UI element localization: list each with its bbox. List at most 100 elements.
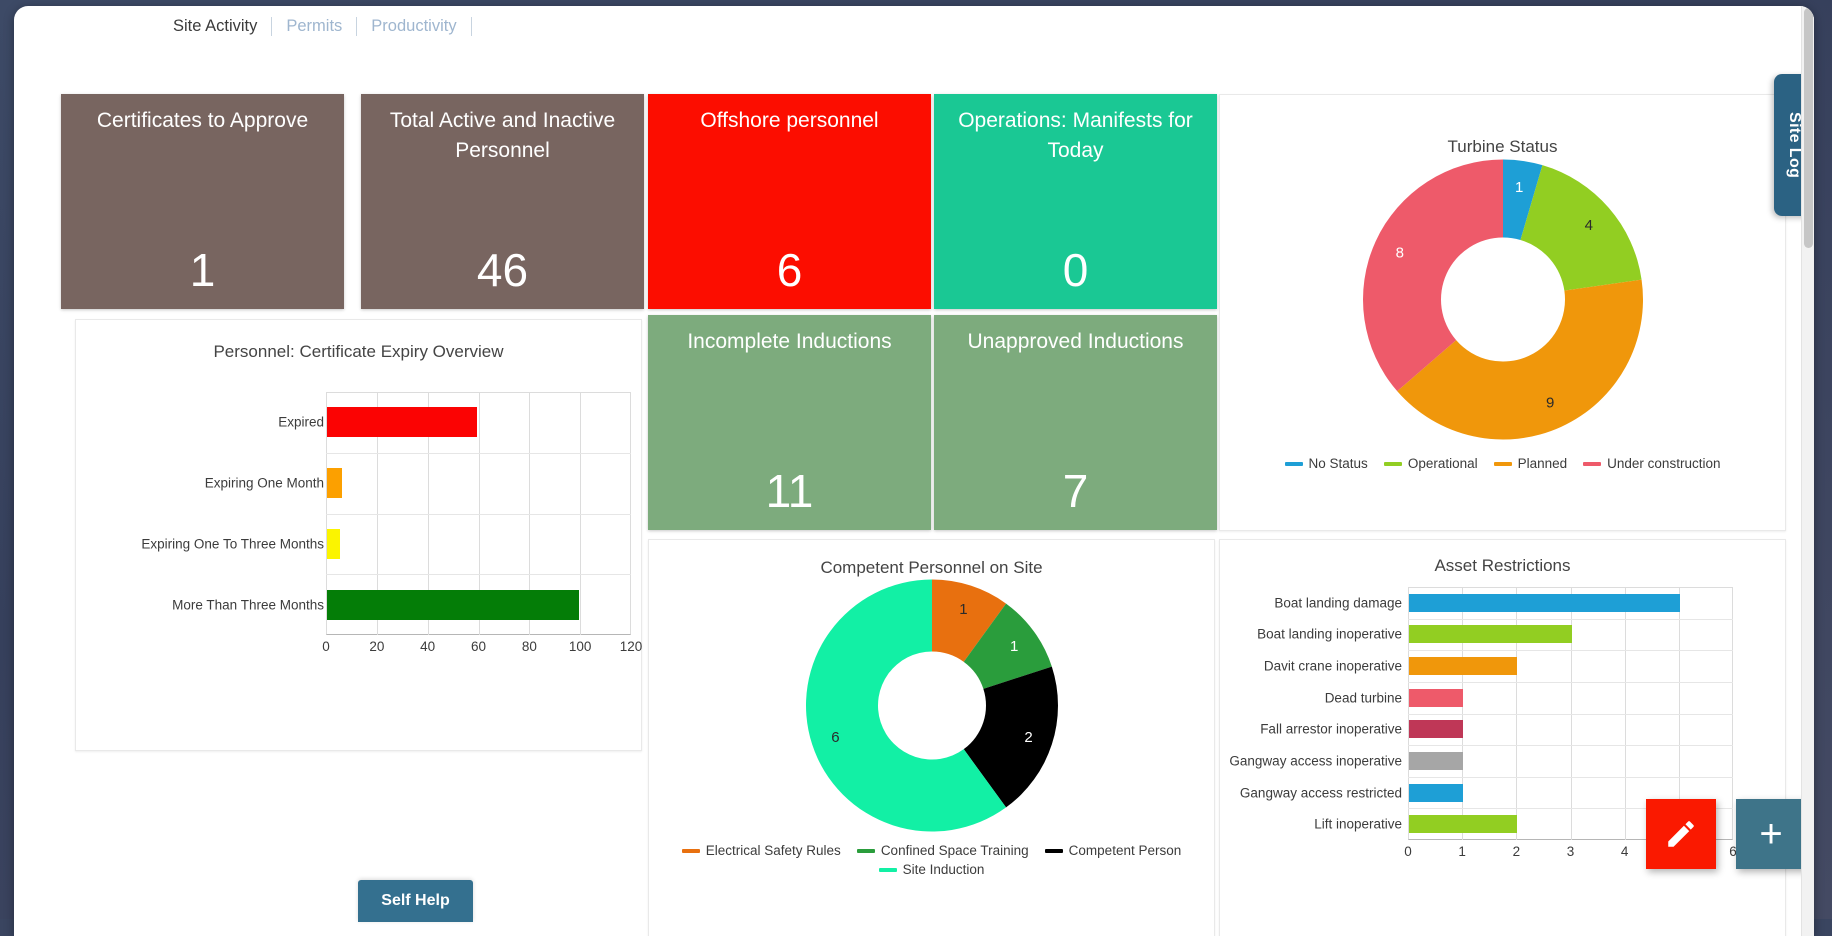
category-label: Dead turbine	[1325, 690, 1402, 705]
bar-dead-turbine[interactable]	[1409, 689, 1463, 707]
turbine-status-legend: No Status Operational Planned Under constru…	[1220, 456, 1785, 471]
kpi-value: 6	[777, 245, 803, 295]
page-scrollbar[interactable]	[1801, 6, 1814, 936]
kpi-value: 11	[766, 466, 814, 516]
kpi-tile-certificates-to-approve[interactable]: Certificates to Approve 1	[61, 94, 344, 309]
certificate-expiry-plot: 020406080100120	[326, 392, 631, 657]
chart-gridline-horizontal	[1408, 650, 1733, 651]
card-certificate-expiry: Personnel: Certificate Expiry Overview E…	[75, 319, 642, 751]
chart-gridline-horizontal	[326, 453, 631, 454]
kpi-title: Total Active and Inactive Personnel	[371, 106, 634, 166]
legend-label: No Status	[1309, 456, 1368, 471]
legend-label: Planned	[1518, 456, 1568, 471]
chart-title-asset-restrictions: Asset Restrictions	[1220, 540, 1785, 576]
chart-title-competent-personnel: Competent Personnel on Site	[649, 540, 1214, 578]
donut-value-label: 4	[1584, 217, 1592, 234]
category-label: Expiring One Month	[205, 476, 324, 491]
dashboard-panel: Site Activity Permits Productivity Certi…	[14, 6, 1814, 936]
x-axis-tick-label: 0	[322, 639, 330, 654]
x-axis-tick-label: 20	[369, 639, 384, 654]
bar-lift-inoperative[interactable]	[1409, 815, 1517, 833]
bar-davit-crane-inoperative[interactable]	[1409, 657, 1517, 675]
donut-value-label: 2	[1024, 729, 1032, 746]
turbine-donut-svg[interactable]: 1498	[1358, 157, 1648, 442]
legend-item[interactable]: No Status	[1285, 456, 1368, 471]
plus-icon: +	[1759, 814, 1782, 854]
chart-gridline-horizontal	[1408, 619, 1733, 620]
chart-gridline-horizontal	[1408, 745, 1733, 746]
kpi-value: 0	[1063, 245, 1089, 295]
page-scrollbar-thumb[interactable]	[1804, 8, 1813, 248]
turbine-status-donut: 1498	[1220, 157, 1785, 442]
kpi-tile-incomplete-inductions[interactable]: Incomplete Inductions 11	[648, 315, 931, 530]
x-axis-tick-label: 2	[1513, 844, 1521, 859]
legend-swatch-icon	[857, 849, 875, 853]
legend-item[interactable]: Under construction	[1583, 456, 1720, 471]
legend-swatch-icon	[1494, 462, 1512, 466]
bar-expired[interactable]	[327, 407, 477, 437]
chart-title-turbine-status: Turbine Status	[1220, 95, 1785, 157]
x-axis-tick-label: 40	[420, 639, 435, 654]
donut-value-label: 1	[959, 601, 967, 618]
legend-label: Under construction	[1607, 456, 1720, 471]
bar-expiring-one-to-three-months[interactable]	[327, 529, 340, 559]
tab-permits[interactable]: Permits	[272, 17, 357, 36]
donut-value-label: 6	[831, 729, 839, 746]
bar-fall-arrestor-inoperative[interactable]	[1409, 720, 1463, 738]
card-turbine-status: Turbine Status 1498 No Status Operational…	[1219, 94, 1786, 531]
bar-expiring-one-month[interactable]	[327, 468, 342, 498]
legend-label: Operational	[1408, 456, 1478, 471]
top-nav-tabs: Site Activity Permits Productivity	[14, 6, 1814, 46]
category-label: Fall arrestor inoperative	[1260, 722, 1402, 737]
category-label: Boat landing damage	[1274, 595, 1402, 610]
legend-swatch-icon	[1384, 462, 1402, 466]
legend-item[interactable]: Operational	[1384, 456, 1478, 471]
x-axis-tick-label: 100	[569, 639, 592, 654]
kpi-tile-total-active-inactive-personnel[interactable]: Total Active and Inactive Personnel 46	[361, 94, 644, 309]
card-asset-restrictions: Asset Restrictions Boat landing damageBo…	[1219, 539, 1786, 936]
legend-label: Electrical Safety Rules	[706, 843, 841, 858]
bar-boat-landing-inoperative[interactable]	[1409, 625, 1572, 643]
legend-swatch-icon	[1045, 849, 1063, 853]
legend-label: Competent Person	[1069, 843, 1182, 858]
bar-gangway-access-inoperative[interactable]	[1409, 752, 1463, 770]
kpi-value: 7	[1063, 466, 1089, 516]
legend-swatch-icon	[682, 849, 700, 853]
competent-personnel-donut-svg[interactable]: 1126	[802, 578, 1062, 833]
legend-item[interactable]: Electrical Safety Rules	[682, 843, 841, 858]
kpi-title: Offshore personnel	[700, 106, 878, 136]
self-help-button[interactable]: Self Help	[358, 880, 473, 922]
donut-slice-under-construction[interactable]	[1363, 160, 1503, 392]
category-label: Davit crane inoperative	[1264, 659, 1402, 674]
donut-value-label: 8	[1395, 244, 1403, 261]
chart-gridline-horizontal	[1408, 682, 1733, 683]
kpi-tile-unapproved-inductions[interactable]: Unapproved Inductions 7	[934, 315, 1217, 530]
legend-item[interactable]: Confined Space Training	[857, 843, 1029, 858]
add-fab-button[interactable]: +	[1736, 799, 1806, 869]
kpi-value: 46	[477, 245, 528, 295]
legend-swatch-icon	[1583, 462, 1601, 466]
kpi-tile-offshore-personnel[interactable]: Offshore personnel 6	[648, 94, 931, 309]
tab-productivity[interactable]: Productivity	[357, 17, 471, 36]
pencil-icon	[1664, 817, 1698, 851]
legend-item[interactable]: Site Induction	[879, 862, 985, 877]
bar-gangway-access-restricted[interactable]	[1409, 784, 1463, 802]
legend-item[interactable]: Competent Person	[1045, 843, 1182, 858]
x-axis-tick-label: 60	[471, 639, 486, 654]
tab-site-activity[interactable]: Site Activity	[159, 17, 272, 36]
competent-personnel-donut: 1126	[649, 578, 1214, 833]
kpi-tile-operations-manifests-today[interactable]: Operations: Manifests for Today 0	[934, 94, 1217, 309]
donut-slice-operational[interactable]	[1520, 165, 1641, 291]
asset-restrictions-category-labels: Boat landing damage Boat landing inoperat…	[1220, 587, 1402, 862]
legend-item[interactable]: Planned	[1494, 456, 1568, 471]
category-label: Boat landing inoperative	[1257, 627, 1402, 642]
edit-fab-button[interactable]	[1646, 799, 1716, 869]
category-label: Gangway access inoperative	[1229, 753, 1402, 768]
x-axis-tick-label: 80	[522, 639, 537, 654]
chart-gridline-horizontal	[1408, 777, 1733, 778]
legend-swatch-icon	[1285, 462, 1303, 466]
competent-personnel-legend: Electrical Safety Rules Confined Space Tr…	[649, 843, 1214, 877]
x-axis-tick-label: 3	[1567, 844, 1575, 859]
bar-more-than-three-months[interactable]	[327, 590, 579, 620]
bar-boat-landing-damage[interactable]	[1409, 594, 1680, 612]
